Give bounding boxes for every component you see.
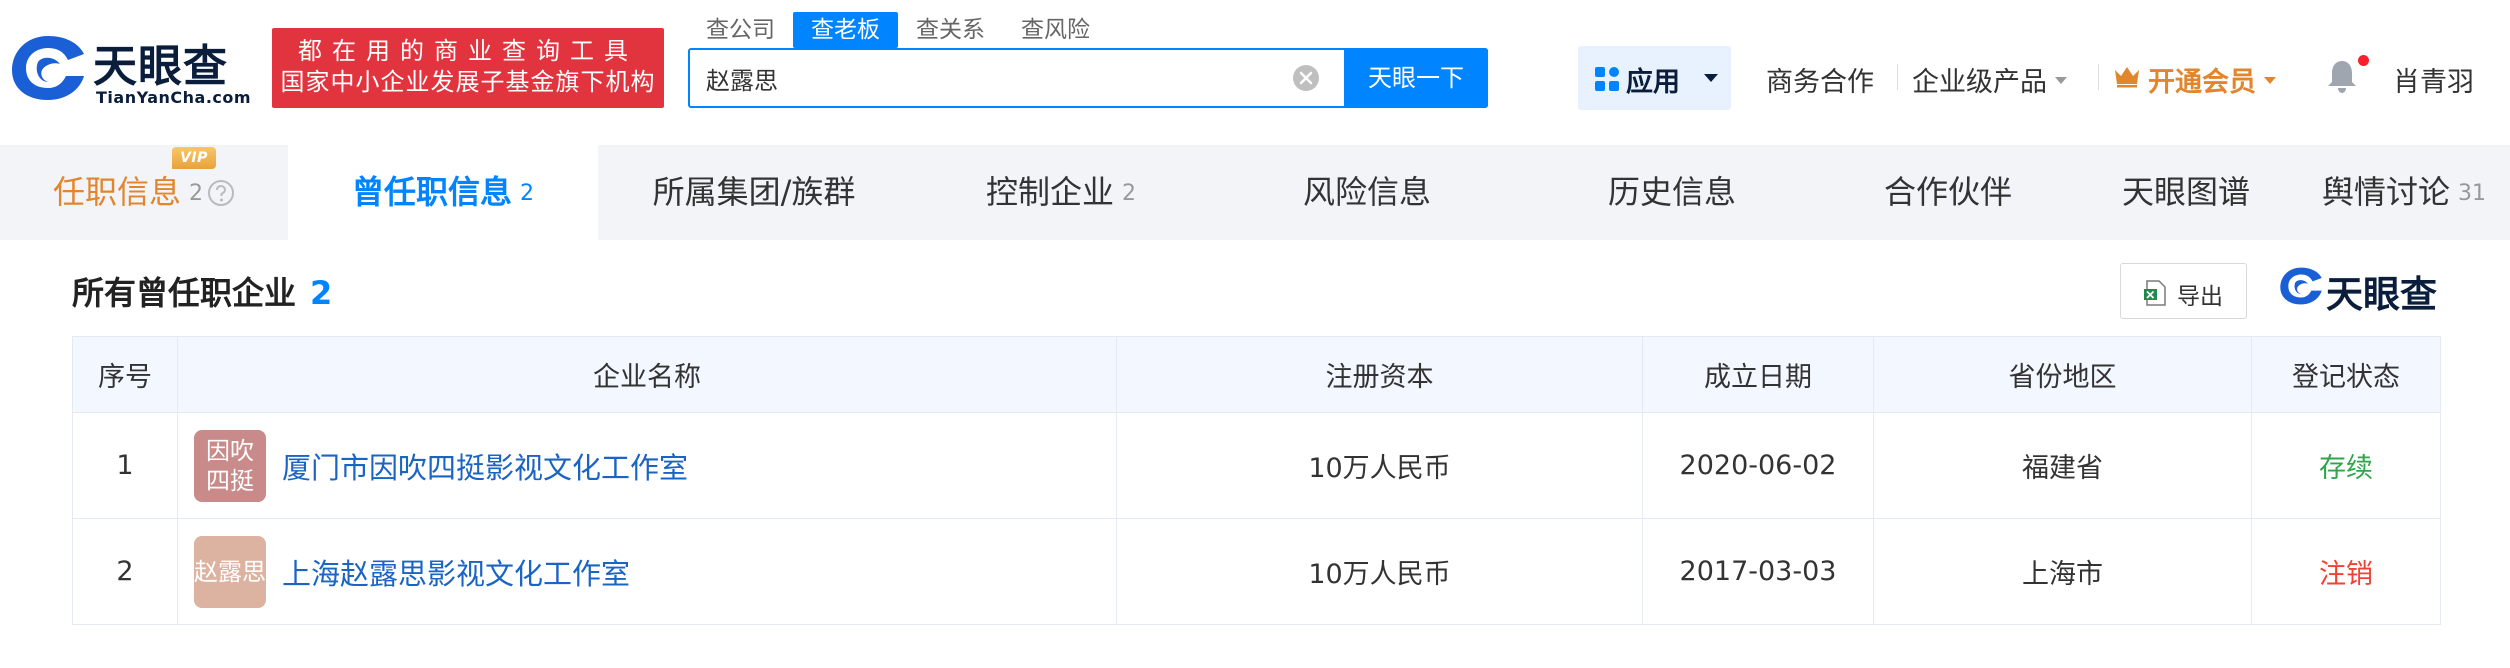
tab-partners-label: 合作伙伴 xyxy=(1883,173,2012,211)
clear-icon[interactable] xyxy=(1292,64,1320,92)
tab-discussion-label: 舆情讨论 xyxy=(2321,173,2450,211)
former-positions-table: 序号 企业名称 注册资本 成立日期 省份地区 登记状态 1 因吹 四挺 厦门市因吹四… xyxy=(72,336,2441,625)
company-cell: 因吹 四挺 厦门市因吹四挺影视文化工作室 xyxy=(177,412,1117,519)
tab-discussion[interactable]: 舆情讨论 31 xyxy=(2298,145,2510,240)
tab-controlled-companies[interactable]: 控制企业 2 xyxy=(910,145,1212,240)
company-cell: 赵露思 上海赵露思影视文化工作室 xyxy=(177,518,1117,625)
tab-former-positions-label: 曾任职信息 xyxy=(351,173,512,211)
crown-icon xyxy=(2115,67,2139,88)
tab-positions-label: 任职信息 xyxy=(52,173,181,211)
tab-graph[interactable]: 天眼图谱 xyxy=(2074,145,2298,240)
tab-positions-count: 2 xyxy=(189,181,203,206)
tab-history-label: 历史信息 xyxy=(1607,173,1736,211)
search-tab-company[interactable]: 查公司 xyxy=(688,12,793,48)
brand-watermark: 天眼查 xyxy=(2326,273,2437,316)
company-logo-line-2: 四挺 xyxy=(206,466,254,495)
row-index: 1 xyxy=(72,412,178,519)
search-box: 天眼一下 xyxy=(688,48,1488,108)
search-input[interactable] xyxy=(690,50,1330,106)
user-name[interactable]: 肖青羽 xyxy=(2393,60,2474,99)
nav-enterprise-products[interactable]: 企业级产品 xyxy=(1912,60,2067,99)
chevron-down-icon xyxy=(2055,77,2067,84)
company-name-link[interactable]: 厦门市因吹四挺影视文化工作室 xyxy=(282,445,688,487)
tab-controlled-count: 2 xyxy=(1122,181,1136,206)
tab-graph-label: 天眼图谱 xyxy=(2121,173,2250,211)
export-label: 导出 xyxy=(2177,284,2223,310)
nav-vip-label: 开通会员 xyxy=(2148,67,2256,98)
section-count: 2 xyxy=(310,274,333,312)
column-header-capital[interactable]: 注册资本 xyxy=(1116,336,1643,413)
logo-text: 天眼查 xyxy=(93,41,228,92)
nav-divider xyxy=(2098,64,2099,90)
search-tab-boss[interactable]: 查老板 xyxy=(793,12,898,48)
tab-former-positions[interactable]: 曾任职信息 2 xyxy=(288,145,598,240)
nav-open-membership[interactable]: 开通会员 xyxy=(2148,60,2276,99)
tab-group[interactable]: 所属集团/族群 xyxy=(598,145,910,240)
column-header-status: 登记状态 xyxy=(2251,336,2441,413)
bell-icon[interactable] xyxy=(2326,58,2358,94)
help-icon[interactable] xyxy=(207,179,235,207)
section-title: 所有曾任职企业 2 xyxy=(72,268,332,314)
slogan-banner[interactable]: 都在用的商业查询工具 国家中小企业发展子基金旗下机构 xyxy=(272,28,664,108)
top-header: 天眼查 TianYanCha.com 都在用的商业查询工具 国家中小企业发展子基… xyxy=(0,0,2510,145)
tab-group-label: 所属集团/族群 xyxy=(652,173,856,211)
tianyancha-eye-icon xyxy=(12,36,84,100)
excel-icon xyxy=(2144,280,2166,306)
section-title-text: 所有曾任职企业 xyxy=(72,274,297,312)
nav-divider xyxy=(1897,64,1898,90)
chevron-down-icon xyxy=(1704,74,1718,82)
apps-label: 应用 xyxy=(1626,67,1680,98)
company-logo-line-1: 赵露思 xyxy=(194,557,266,586)
column-header-index: 序号 xyxy=(72,336,178,413)
vip-badge: VIP xyxy=(172,147,216,169)
company-logo-line-1: 因吹 xyxy=(206,436,254,465)
search-tab-risk[interactable]: 查风险 xyxy=(1003,12,1108,48)
table-row: 1 因吹 四挺 厦门市因吹四挺影视文化工作室 10万人民币 2020-06-02 福… xyxy=(72,412,2441,519)
search-type-tabs: 查公司 查老板 查关系 查风险 xyxy=(688,12,1108,48)
site-logo[interactable]: 天眼查 TianYanCha.com xyxy=(8,30,258,110)
region: 福建省 xyxy=(1873,412,2252,519)
row-index: 2 xyxy=(72,518,178,625)
logo-domain: TianYanCha.com xyxy=(96,88,252,107)
chevron-down-icon xyxy=(2264,77,2276,84)
tab-former-positions-count: 2 xyxy=(520,181,534,206)
table-header-row: 序号 企业名称 注册资本 成立日期 省份地区 登记状态 xyxy=(72,336,2441,413)
column-header-company: 企业名称 xyxy=(177,336,1117,413)
export-button[interactable]: 导出 xyxy=(2120,263,2247,319)
tab-partners[interactable]: 合作伙伴 xyxy=(1822,145,2074,240)
registered-capital: 10万人民币 xyxy=(1116,518,1643,625)
tab-positions[interactable]: 任职信息 2 VIP xyxy=(0,145,288,240)
column-header-region: 省份地区 xyxy=(1873,336,2252,413)
table-row: 2 赵露思 上海赵露思影视文化工作室 10万人民币 2017-03-03 上海市 … xyxy=(72,518,2441,625)
tab-history[interactable]: 历史信息 xyxy=(1522,145,1822,240)
tab-risk-label: 风险信息 xyxy=(1302,173,1431,211)
company-logo[interactable]: 赵露思 xyxy=(194,535,266,608)
tab-discussion-count: 31 xyxy=(2458,181,2486,206)
slogan-line-1: 都在用的商业查询工具 xyxy=(298,37,638,65)
slogan-line-2: 国家中小企业发展子基金旗下机构 xyxy=(280,68,656,96)
nav-enterprise-label: 企业级产品 xyxy=(1912,67,2047,98)
profile-tabs: 任职信息 2 VIP 曾任职信息 2 所属集团/族群 控制企业 2 风险信息 历史信息… xyxy=(0,145,2510,240)
tianyancha-eye-icon xyxy=(2280,267,2322,305)
apps-menu-button[interactable]: 应用 xyxy=(1578,46,1731,110)
tab-controlled-label: 控制企业 xyxy=(985,173,1114,211)
column-header-date[interactable]: 成立日期 xyxy=(1642,336,1874,413)
apps-grid-icon xyxy=(1595,67,1619,91)
tab-risk-info[interactable]: 风险信息 xyxy=(1212,145,1522,240)
registered-capital: 10万人民币 xyxy=(1116,412,1643,519)
notification-dot xyxy=(2358,55,2369,66)
search-button[interactable]: 天眼一下 xyxy=(1344,48,1488,108)
company-name-link[interactable]: 上海赵露思影视文化工作室 xyxy=(282,551,630,593)
status-badge: 存续 xyxy=(2251,412,2441,519)
nav-business-cooperation[interactable]: 商务合作 xyxy=(1766,60,1874,99)
founded-date: 2017-03-03 xyxy=(1642,518,1874,625)
founded-date: 2020-06-02 xyxy=(1642,412,1874,519)
region: 上海市 xyxy=(1873,518,2252,625)
search-tab-relation[interactable]: 查关系 xyxy=(898,12,1003,48)
status-badge: 注销 xyxy=(2251,518,2441,625)
company-logo[interactable]: 因吹 四挺 xyxy=(194,429,266,502)
